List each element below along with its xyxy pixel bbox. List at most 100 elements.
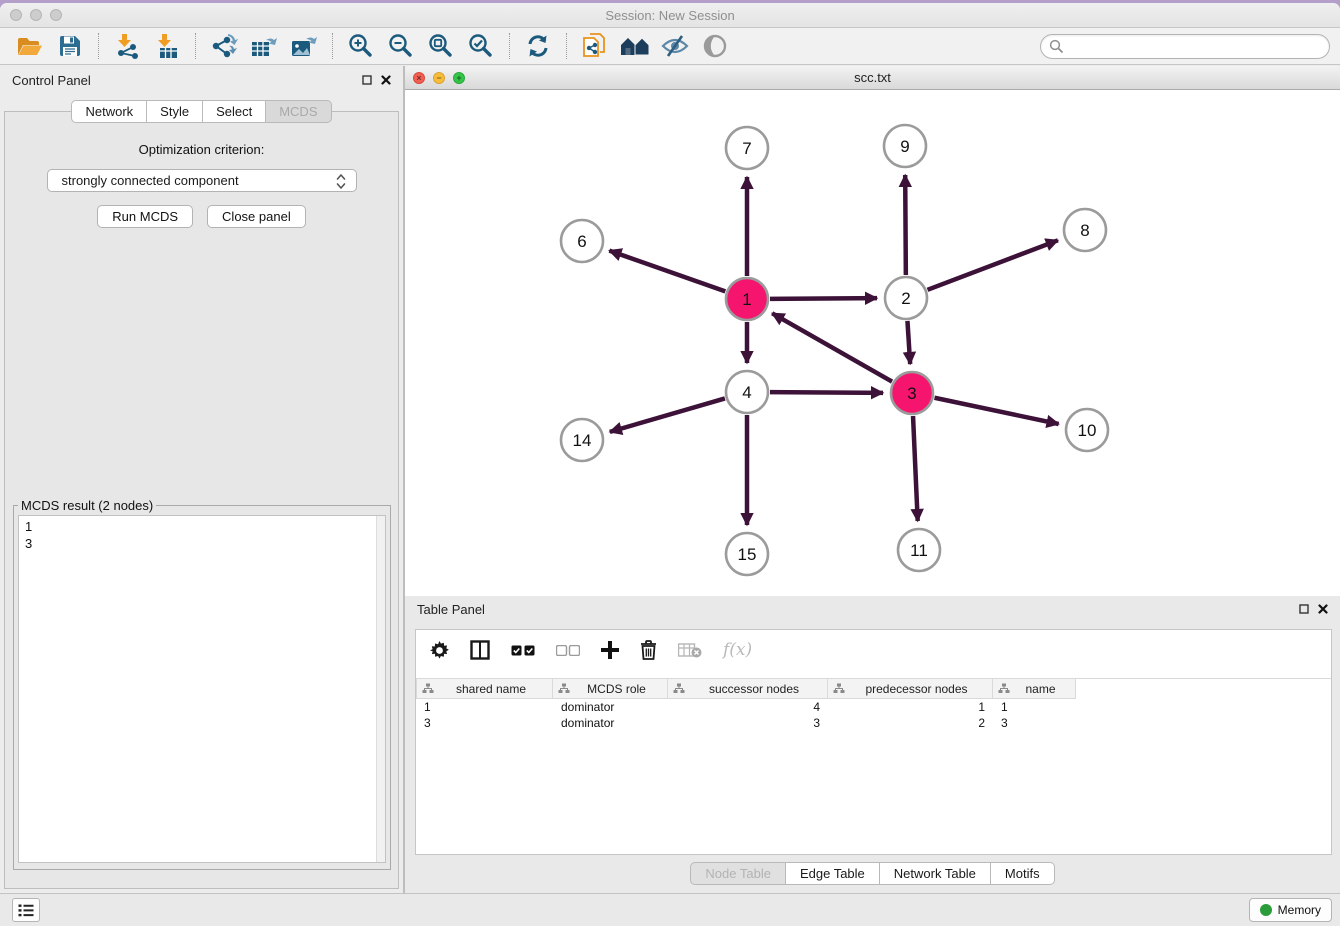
graph-edge-3-10[interactable] [935, 398, 1059, 424]
graph-edge-1-6[interactable] [609, 251, 725, 292]
column-label: name [1010, 682, 1075, 696]
graph-edge-2-3[interactable] [907, 321, 910, 364]
save-floppy-icon [59, 35, 81, 57]
table-cell[interactable]: 1 [416, 700, 553, 714]
graph-edge-2-8[interactable] [928, 240, 1058, 290]
table-cell[interactable]: 1 [828, 700, 993, 714]
graph-node-7[interactable]: 7 [726, 127, 768, 169]
float-panel-icon[interactable] [1299, 604, 1309, 614]
table-cell[interactable]: 4 [668, 700, 828, 714]
show-all-button[interactable] [695, 31, 735, 62]
graph-node-11[interactable]: 11 [898, 529, 940, 571]
table-cell[interactable]: dominator [553, 716, 668, 730]
import-network-button[interactable] [107, 31, 147, 62]
table-cell[interactable]: 3 [993, 716, 1076, 730]
memory-button[interactable]: Memory [1249, 898, 1332, 922]
graph-node-10[interactable]: 10 [1066, 409, 1108, 451]
export-network-button[interactable] [204, 31, 244, 62]
column-header-name[interactable]: name [993, 679, 1076, 699]
graph-node-14[interactable]: 14 [561, 419, 603, 461]
open-network-file-button[interactable] [575, 31, 615, 62]
tab-motifs[interactable]: Motifs [991, 862, 1055, 885]
mcds-result-area[interactable]: 13 [18, 515, 386, 863]
show-columns-button[interactable] [470, 638, 490, 662]
graph-node-8[interactable]: 8 [1064, 209, 1106, 251]
tab-edge-table[interactable]: Edge Table [786, 862, 880, 885]
graph-node-2[interactable]: 2 [885, 277, 927, 319]
search-input[interactable] [1040, 34, 1330, 59]
hide-selected-button[interactable] [655, 31, 695, 62]
graph-node-3[interactable]: 3 [891, 372, 933, 414]
close-panel-icon[interactable] [381, 75, 391, 85]
criterion-value: strongly connected component [62, 173, 239, 188]
criterion-select[interactable]: strongly connected component [47, 169, 357, 192]
column-header-shared-name[interactable]: shared name [416, 679, 553, 699]
table-cell[interactable]: 3 [668, 716, 828, 730]
task-list-icon [18, 904, 34, 917]
graph-edge-3-1[interactable] [772, 313, 892, 381]
mcds-result-scrollbar[interactable] [376, 516, 385, 862]
table-cell[interactable]: 3 [416, 716, 553, 730]
table-cell[interactable]: dominator [553, 700, 668, 714]
memory-status-dot [1260, 904, 1272, 916]
toolbar-separator [566, 33, 567, 59]
graph-node-6[interactable]: 6 [561, 220, 603, 262]
graph-edge-1-2[interactable] [770, 298, 877, 299]
zoom-in-button[interactable] [341, 31, 381, 62]
table-row[interactable]: 3dominator323 [416, 715, 1331, 731]
network-graph: 7 9 6 8 1 2 4 3 14 10 15 11 [405, 90, 1338, 595]
table-cell[interactable]: 1 [993, 700, 1076, 714]
graph-node-9[interactable]: 9 [884, 125, 926, 167]
column-header-successor-nodes[interactable]: successor nodes [668, 679, 828, 699]
refresh-button[interactable] [518, 31, 558, 62]
zoom-fit-button[interactable] [421, 31, 461, 62]
main-toolbar [0, 28, 1340, 65]
function-builder-button[interactable]: f(x) [723, 638, 752, 662]
table-row[interactable]: 1dominator411 [416, 699, 1331, 715]
close-panel-icon[interactable] [1318, 604, 1328, 614]
graph-node-1[interactable]: 1 [726, 278, 768, 320]
save-session-button[interactable] [50, 31, 90, 62]
close-panel-button[interactable]: Close panel [207, 205, 306, 228]
column-header-predecessor-nodes[interactable]: predecessor nodes [828, 679, 993, 699]
column-header-mcds-role[interactable]: MCDS role [553, 679, 668, 699]
task-history-button[interactable] [12, 898, 40, 922]
zoom-selected-button[interactable] [461, 31, 501, 62]
table-settings-button[interactable] [430, 638, 449, 662]
tab-network-table[interactable]: Network Table [880, 862, 991, 885]
refresh-icon [526, 34, 550, 58]
graph-edge-4-14[interactable] [610, 398, 725, 431]
table-cell[interactable]: 2 [828, 716, 993, 730]
tab-mcds[interactable]: MCDS [266, 100, 331, 123]
open-session-button[interactable] [10, 31, 50, 62]
create-column-button[interactable] [601, 638, 619, 662]
control-panel-header: Control Panel [0, 66, 403, 94]
tab-select[interactable]: Select [203, 100, 266, 123]
select-chevrons-icon [334, 173, 348, 190]
tab-style[interactable]: Style [147, 100, 203, 123]
import-table-button[interactable] [147, 31, 187, 62]
first-neighbors-button[interactable] [615, 31, 655, 62]
graph-node-15[interactable]: 15 [726, 533, 768, 575]
delete-column-button[interactable] [640, 638, 657, 662]
export-image-icon [291, 34, 318, 58]
run-mcds-button[interactable]: Run MCDS [97, 205, 193, 228]
export-image-button[interactable] [284, 31, 324, 62]
network-file-icon [582, 32, 608, 60]
zoom-out-button[interactable] [381, 31, 421, 62]
graph-node-4[interactable]: 4 [726, 371, 768, 413]
delete-table-button[interactable] [678, 638, 702, 662]
mcds-panel: Optimization criterion: strongly connect… [4, 111, 399, 889]
mcds-result-text: 13 [19, 516, 385, 554]
export-table-button[interactable] [244, 31, 284, 62]
graph-edge-3-11[interactable] [913, 416, 918, 521]
optimization-criterion-label: Optimization criterion: [5, 142, 398, 157]
tab-node-table[interactable]: Node Table [690, 862, 786, 885]
select-all-columns-button[interactable] [511, 638, 535, 662]
unselect-all-columns-button[interactable] [556, 638, 580, 662]
float-panel-icon[interactable] [362, 75, 372, 85]
graph-edge-4-3[interactable] [770, 392, 883, 393]
network-canvas[interactable]: 7 9 6 8 1 2 4 3 14 10 15 11 [405, 90, 1340, 596]
tab-network[interactable]: Network [71, 100, 147, 123]
graph-edge-2-9[interactable] [905, 175, 906, 275]
